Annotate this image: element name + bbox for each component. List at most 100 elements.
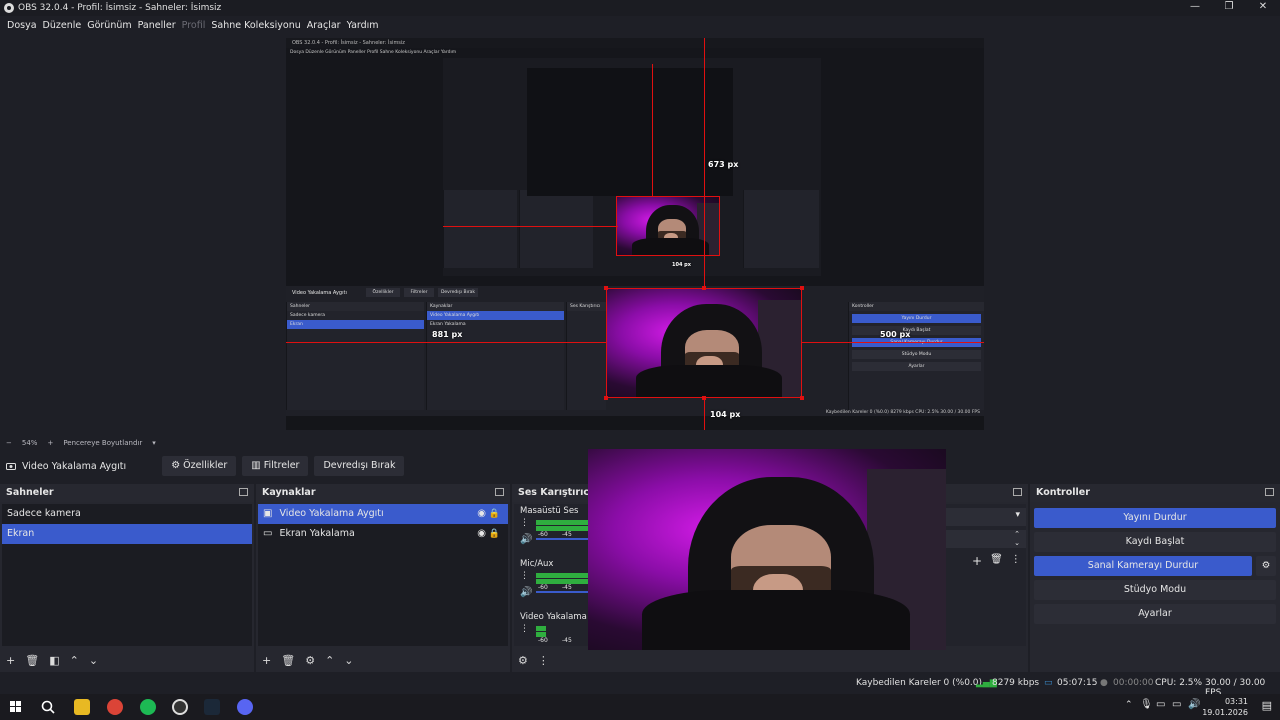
- preview-area[interactable]: OBS 32.0.4 - Profil: İsimsiz - Sahneler:…: [0, 34, 1280, 436]
- resize-handle[interactable]: [604, 396, 608, 400]
- scenes-dock-header: Sahneler: [0, 484, 254, 502]
- windows-start-icon[interactable]: [8, 699, 24, 715]
- zoom-out-button[interactable]: −: [6, 439, 12, 447]
- resize-handle[interactable]: [800, 396, 804, 400]
- gear-icon[interactable]: ⚙: [518, 654, 528, 667]
- nested-properties-button: Özellikler: [366, 288, 400, 297]
- controls-title: Kontroller: [1036, 487, 1090, 498]
- scene-item-sadece-kamera[interactable]: Sadece kamera: [2, 504, 252, 524]
- chevron-down-icon: ▾: [1015, 510, 1020, 520]
- dock-menu-icon[interactable]: [495, 488, 504, 496]
- selected-source-frame[interactable]: [606, 288, 802, 398]
- discord-icon[interactable]: [237, 699, 253, 715]
- studio-mode-button[interactable]: Stüdyo Modu: [1034, 580, 1276, 600]
- search-icon[interactable]: [40, 699, 56, 715]
- move-up-icon[interactable]: ⌃: [325, 654, 334, 667]
- add-scene-icon[interactable]: +: [6, 654, 15, 667]
- disable-button[interactable]: Devredışı Bırak: [314, 456, 405, 476]
- meter-tick: -45: [562, 584, 572, 591]
- chevron-down-icon[interactable]: ▾: [152, 439, 156, 447]
- remove-scene-icon[interactable]: 🗑: [25, 654, 39, 667]
- preview-canvas[interactable]: OBS 32.0.4 - Profil: İsimsiz - Sahneler:…: [286, 38, 984, 430]
- gear-icon[interactable]: ⚙: [305, 654, 315, 667]
- minimize-button[interactable]: —: [1178, 0, 1212, 16]
- lock-icon[interactable]: 🔒: [489, 504, 500, 524]
- nested-taskbar: [286, 416, 984, 430]
- measure-label-top: 673 px: [708, 160, 739, 169]
- more-icon[interactable]: ⋮: [520, 624, 529, 634]
- obs-icon[interactable]: [172, 699, 188, 715]
- more-icon[interactable]: ⋮: [520, 518, 529, 528]
- sources-list: ▣ Video Yakalama Aygıtı ◉ 🔒 ▭ Ekran Yaka…: [258, 504, 508, 646]
- menu-yardim[interactable]: Yardım: [344, 20, 382, 31]
- eye-icon[interactable]: ◉: [477, 524, 486, 544]
- stepper-icon[interactable]: ⌃ ⌄: [1014, 530, 1020, 548]
- more-icon[interactable]: ⋮: [538, 654, 549, 667]
- add-source-icon[interactable]: +: [262, 654, 271, 667]
- sources-title: Kaynaklar: [262, 487, 316, 498]
- nested-scenes-panel: Sahneler Sadece kamera Ekran: [286, 302, 424, 410]
- stream-time: 05:07:15: [1057, 678, 1098, 688]
- clock[interactable]: 03:31 19.01.2026: [1202, 696, 1248, 718]
- dock-menu-icon[interactable]: [239, 488, 248, 496]
- volume-icon[interactable]: 🔊: [1188, 699, 1200, 710]
- more-icon[interactable]: ⋮: [520, 571, 529, 581]
- clock-time: 03:31: [1224, 697, 1248, 706]
- eye-icon[interactable]: ◉: [477, 504, 486, 524]
- source-item-video-capture[interactable]: ▣ Video Yakalama Aygıtı ◉ 🔒: [258, 504, 508, 524]
- menu-dosya[interactable]: Dosya: [4, 20, 40, 31]
- properties-button[interactable]: ⚙ Özellikler: [162, 456, 237, 476]
- close-button[interactable]: ✕: [1246, 0, 1280, 16]
- move-down-icon[interactable]: ⌄: [89, 654, 98, 667]
- nested-control-button: Kaydı Başlat: [852, 326, 981, 335]
- controls-buttons: Yayını Durdur Kaydı Başlat Sanal Kameray…: [1030, 504, 1280, 624]
- mic-icon[interactable]: 🎙: [1140, 699, 1153, 710]
- tray-chevron-icon[interactable]: ⌃: [1125, 700, 1133, 710]
- dock-menu-icon[interactable]: [1013, 488, 1022, 496]
- remove-source-icon[interactable]: 🗑: [281, 654, 295, 667]
- gear-icon[interactable]: ⚙: [1256, 556, 1276, 576]
- move-up-icon[interactable]: ⌃: [70, 654, 79, 667]
- lock-icon[interactable]: 🔒: [489, 524, 500, 544]
- more-icon[interactable]: ⋮: [1011, 554, 1021, 568]
- monitor-icon[interactable]: ▭: [1156, 699, 1165, 710]
- settings-button[interactable]: Ayarlar: [1034, 604, 1276, 624]
- guide-line-bottom: [704, 398, 705, 430]
- menu-paneller[interactable]: Paneller: [135, 20, 179, 31]
- stop-stream-button[interactable]: Yayını Durdur: [1034, 508, 1276, 528]
- file-explorer-icon[interactable]: [74, 699, 90, 715]
- menu-sahne-koleksiyonu[interactable]: Sahne Koleksiyonu: [208, 20, 303, 31]
- zoom-in-button[interactable]: +: [47, 439, 53, 447]
- measure-label-left: 881 px: [432, 330, 463, 339]
- filter-icon[interactable]: ◧: [49, 654, 59, 667]
- move-down-icon[interactable]: ⌄: [344, 654, 353, 667]
- resize-handle[interactable]: [604, 286, 608, 290]
- notification-icon[interactable]: ▤: [1262, 699, 1272, 712]
- resize-handle[interactable]: [800, 286, 804, 290]
- add-transition-icon[interactable]: +: [972, 554, 982, 568]
- volume-icon[interactable]: 🔊: [520, 534, 532, 545]
- mixer-title: Ses Karıştırıcı: [518, 487, 593, 498]
- filters-button[interactable]: ▥ Filtreler: [242, 456, 309, 476]
- resize-handle[interactable]: [702, 286, 706, 290]
- dock-menu-icon[interactable]: [1265, 488, 1274, 496]
- meter-tick: -60: [538, 584, 548, 591]
- network-icon[interactable]: ▭: [1172, 699, 1181, 710]
- spotify-icon[interactable]: [140, 699, 156, 715]
- maximize-button[interactable]: ❐: [1212, 0, 1246, 16]
- start-record-button[interactable]: Kaydı Başlat: [1034, 532, 1276, 552]
- scene-item-ekran[interactable]: Ekran: [2, 524, 252, 544]
- chrome-icon[interactable]: [107, 699, 123, 715]
- zoom-mode-select[interactable]: Pencereye Boyutlandır: [63, 439, 142, 447]
- source-item-screen-capture[interactable]: ▭ Ekran Yakalama ◉ 🔒: [258, 524, 508, 544]
- volume-icon[interactable]: 🔊: [520, 587, 532, 598]
- menu-gorunum[interactable]: Görünüm: [84, 20, 134, 31]
- nested-filters-button: Filtreler: [404, 288, 434, 297]
- remove-transition-icon[interactable]: 🗑: [990, 554, 1003, 568]
- status-bar: Kaybedilen Kareler 0 (%0.0) ▂▄▆ 8279 kbp…: [0, 674, 1280, 698]
- nested-controls-title: Kontroller: [849, 302, 984, 311]
- steam-icon[interactable]: [204, 699, 220, 715]
- menu-araclar[interactable]: Araçlar: [304, 20, 344, 31]
- menu-duzenle[interactable]: Düzenle: [40, 20, 85, 31]
- stop-virtualcam-button[interactable]: Sanal Kamerayı Durdur: [1034, 556, 1252, 576]
